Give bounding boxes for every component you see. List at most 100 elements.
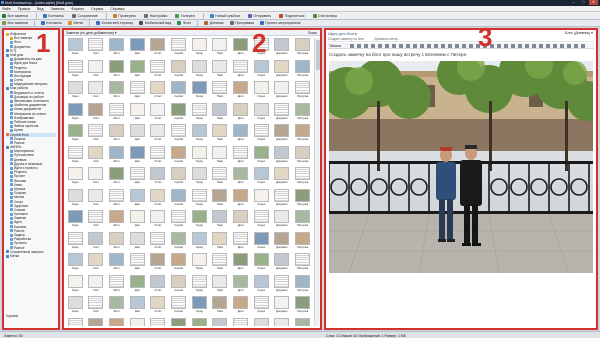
- note-thumbnail[interactable]: Прогулка: [293, 145, 312, 167]
- format-button-icon[interactable]: [350, 43, 355, 48]
- format-button-icon[interactable]: [441, 43, 446, 48]
- toolbar-button[interactable]: Статистика: [312, 13, 337, 18]
- format-button-icon[interactable]: [581, 43, 586, 48]
- note-thumbnail[interactable]: Фото: [107, 317, 126, 326]
- note-thumbnail[interactable]: Отдых: [252, 317, 271, 326]
- note-thumbnail[interactable]: Сергей: [169, 188, 188, 210]
- note-thumbnail[interactable]: Парк: [211, 102, 230, 124]
- note-thumbnail[interactable]: Фото: [107, 81, 126, 102]
- note-thumbnail[interactable]: Фото: [107, 38, 126, 59]
- note-thumbnail[interactable]: Парк: [211, 81, 230, 102]
- note-thumbnail[interactable]: Парк: [211, 253, 230, 274]
- note-thumbnail[interactable]: Фото: [107, 274, 126, 296]
- toolbar-button[interactable]: Программа: [229, 21, 254, 25]
- menu-item[interactable]: Правка: [18, 7, 30, 11]
- note-thumbnail[interactable]: Идея: [66, 102, 85, 124]
- format-button-icon[interactable]: [560, 43, 565, 48]
- note-thumbnail[interactable]: Дети: [231, 253, 250, 274]
- note-thumbnail[interactable]: Дом: [128, 38, 147, 59]
- note-thumbnail[interactable]: Документ: [273, 317, 292, 326]
- note-thumbnail[interactable]: Дом: [128, 317, 147, 326]
- note-thumbnail[interactable]: Отдых: [252, 59, 271, 81]
- format-button-icon[interactable]: [504, 43, 509, 48]
- note-thumbnail[interactable]: Сергей: [169, 274, 188, 296]
- font-selector[interactable]: Tahoma: [329, 44, 341, 48]
- note-thumbnail[interactable]: Город: [190, 124, 209, 145]
- format-button-icon[interactable]: [455, 43, 460, 48]
- note-thumbnail[interactable]: Фото: [107, 124, 126, 145]
- note-thumbnail[interactable]: Дом: [128, 167, 147, 188]
- format-button-icon[interactable]: [420, 43, 425, 48]
- note-thumbnail[interactable]: Идея: [66, 38, 85, 59]
- note-thumbnail[interactable]: Сергей: [169, 231, 188, 253]
- toolbar-button[interactable]: Все заметки: [2, 21, 28, 25]
- note-thumbnail[interactable]: Дом: [128, 231, 147, 253]
- note-thumbnail[interactable]: Парк: [211, 188, 230, 210]
- note-thumbnail[interactable]: Отдых: [252, 253, 271, 274]
- note-thumbnail[interactable]: Счёт: [87, 145, 106, 167]
- note-thumbnail[interactable]: Фото: [107, 167, 126, 188]
- note-thumbnail[interactable]: Счёт: [87, 59, 106, 81]
- note-thumbnail[interactable]: Город: [190, 102, 209, 124]
- maximize-button[interactable]: □: [579, 0, 588, 5]
- note-thumbnail[interactable]: Фото: [107, 253, 126, 274]
- note-meta-1[interactable]: Создать заметку на блог: [328, 37, 364, 41]
- note-thumbnail[interactable]: Отдых: [252, 210, 271, 231]
- note-thumbnail[interactable]: Город: [190, 253, 209, 274]
- note-thumbnail[interactable]: Город: [190, 317, 209, 326]
- note-thumbnail[interactable]: Прогулка: [293, 124, 312, 145]
- note-thumbnail[interactable]: Дети: [231, 38, 250, 59]
- note-thumbnail[interactable]: Сергей: [169, 102, 188, 124]
- toolbar-button[interactable]: Мобильный вид: [139, 21, 171, 25]
- toolbar-button[interactable]: Фото: [177, 21, 191, 25]
- format-button-icon[interactable]: [427, 43, 432, 48]
- note-thumbnail[interactable]: Документ: [273, 210, 292, 231]
- note-thumbnail[interactable]: Дети: [231, 102, 250, 124]
- note-thumbnail[interactable]: Отдых: [252, 145, 271, 167]
- note-thumbnail[interactable]: Город: [190, 38, 209, 59]
- note-thumbnail[interactable]: Дети: [231, 317, 250, 326]
- note-thumbnail[interactable]: Дети: [231, 167, 250, 188]
- note-thumbnail[interactable]: Отдых: [252, 231, 271, 253]
- tree-trash[interactable]: Корзина: [6, 314, 18, 318]
- note-thumbnail[interactable]: Счёт: [87, 38, 106, 59]
- list-sort-dropdown[interactable]: Заметки (по дате добавления) ▾: [66, 31, 116, 35]
- note-thumbnail[interactable]: Парк: [211, 296, 230, 317]
- note-thumbnail[interactable]: Документ: [273, 145, 292, 167]
- note-thumbnail[interactable]: Фото: [107, 210, 126, 231]
- note-thumbnail[interactable]: Дом: [128, 59, 147, 81]
- note-thumbnail[interactable]: Документ: [273, 81, 292, 102]
- note-thumbnail[interactable]: Сергей: [169, 124, 188, 145]
- note-thumbnail[interactable]: Идея: [66, 81, 85, 102]
- note-thumbnail[interactable]: Отдых: [252, 296, 271, 317]
- format-button-icon[interactable]: [399, 43, 404, 48]
- note-thumbnail[interactable]: Фото: [107, 188, 126, 210]
- format-button-icon[interactable]: [462, 43, 467, 48]
- note-thumbnail[interactable]: Сергей: [169, 253, 188, 274]
- note-thumbnail[interactable]: Отчёт: [149, 210, 168, 231]
- note-thumbnail[interactable]: Счёт: [87, 317, 106, 326]
- note-thumbnail[interactable]: Фото: [107, 231, 126, 253]
- format-button-icon[interactable]: [567, 43, 572, 48]
- note-thumbnail[interactable]: Отчёт: [149, 102, 168, 124]
- format-button-icon[interactable]: [546, 43, 551, 48]
- note-thumbnail[interactable]: Дом: [128, 296, 147, 317]
- note-thumbnail[interactable]: Прогулка: [293, 210, 312, 231]
- note-thumbnail[interactable]: Дом: [128, 274, 147, 296]
- note-thumbnail[interactable]: Идея: [66, 274, 85, 296]
- note-thumbnail[interactable]: Идея: [66, 210, 85, 231]
- note-thumbnail[interactable]: Отчёт: [149, 38, 168, 59]
- note-thumbnail[interactable]: Идея: [66, 253, 85, 274]
- note-thumbnail[interactable]: Отчёт: [149, 296, 168, 317]
- format-button-icon[interactable]: [371, 43, 376, 48]
- note-thumbnail[interactable]: Счёт: [87, 274, 106, 296]
- note-thumbnail[interactable]: Дети: [231, 124, 250, 145]
- note-thumbnail[interactable]: Документ: [273, 124, 292, 145]
- note-thumbnail[interactable]: Документ: [273, 253, 292, 274]
- note-title[interactable]: Идея для блога: [328, 31, 357, 36]
- note-thumbnail[interactable]: Отчёт: [149, 124, 168, 145]
- note-thumbnail[interactable]: Город: [190, 167, 209, 188]
- note-thumbnail[interactable]: Город: [190, 59, 209, 81]
- note-thumbnail[interactable]: Город: [190, 274, 209, 296]
- note-thumbnail[interactable]: Парк: [211, 145, 230, 167]
